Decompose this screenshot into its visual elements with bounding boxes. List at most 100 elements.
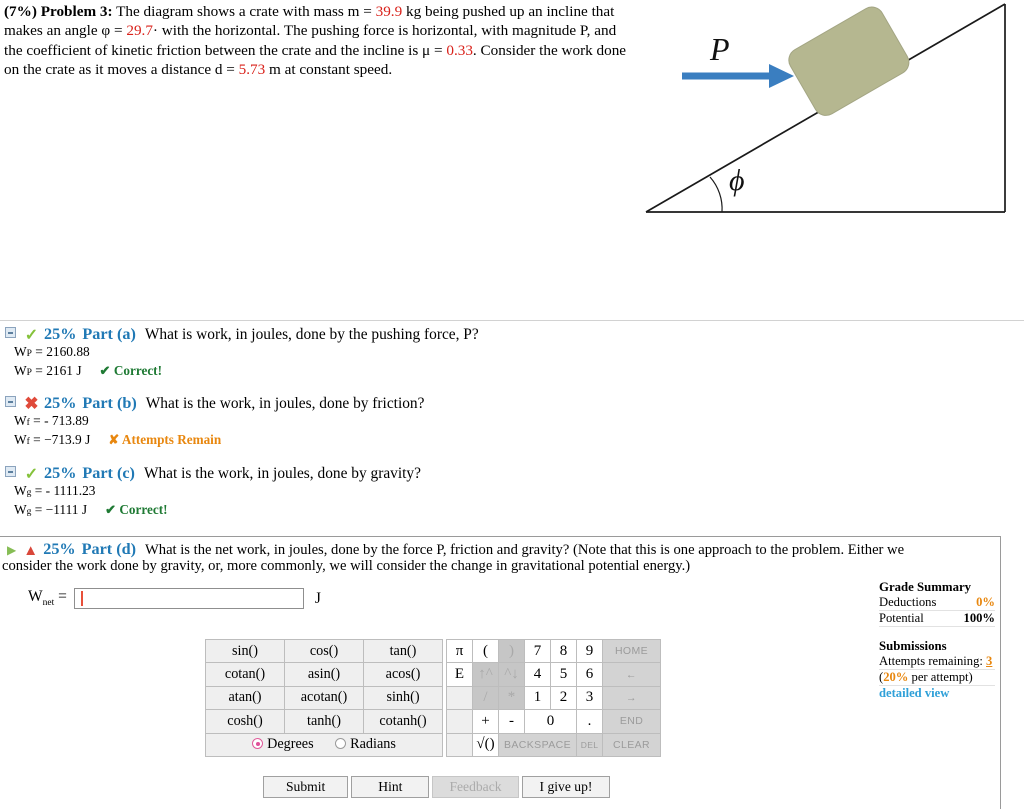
key-left-paren[interactable]: ( [472, 638, 499, 664]
key-9[interactable]: 9 [576, 638, 603, 664]
key-cotanh[interactable]: cotanh() [363, 709, 443, 734]
part-d-percent: 25% [43, 540, 76, 558]
part-c-header[interactable]: ✓ 25% Part (c) What is the work, in joul… [0, 464, 1000, 483]
key-atan[interactable]: atan() [205, 685, 285, 711]
attempts-remaining-label: Attempts remaining: [879, 654, 983, 668]
key-home[interactable]: HOME [602, 638, 661, 664]
part-b-header[interactable]: ✖ 25% Part (b) What is the work, in joul… [0, 394, 1000, 413]
detailed-view-link[interactable]: detailed view [879, 686, 949, 700]
radio-degrees[interactable]: Degrees [252, 736, 314, 752]
part-a-final-value: = 2161 J [35, 362, 82, 378]
part-c-var: W [14, 483, 27, 498]
part-d-header-row[interactable]: ▶ ▲ 25% Part (d) What is the net work, i… [0, 540, 904, 560]
key-sqrt[interactable]: √() [472, 732, 499, 757]
key-blank-1[interactable] [446, 685, 473, 711]
key-power-up-icon[interactable]: ↑^ [472, 662, 499, 687]
part-c-verdict: ✔ Correct! [105, 501, 168, 517]
part-c-label: Part (c) [82, 464, 135, 482]
part-b-question: What is the work, in joules, done by fri… [145, 395, 425, 412]
part-c-percent: 25% [44, 464, 77, 482]
key-asin[interactable]: asin() [284, 662, 364, 687]
radio-degrees-icon[interactable] [252, 738, 264, 750]
key-tanh[interactable]: tanh() [284, 709, 364, 734]
answer-row: Wnet = J [28, 588, 321, 609]
part-c-answers: Wg = - 1111.23 Wg = −1111 J ✔ Correct! [14, 483, 1000, 520]
part-a-percent: 25% [44, 325, 77, 343]
submissions-title: Submissions [879, 639, 947, 653]
answer-input[interactable] [73, 588, 304, 609]
key-acos[interactable]: acos() [363, 662, 443, 687]
key-multiply[interactable]: * [498, 685, 525, 711]
wnet-equals: = [58, 588, 67, 606]
label-angle-phi: ϕ [729, 164, 745, 197]
part-b-final-value: = −713.9 J [33, 431, 91, 447]
key-acotan[interactable]: acotan() [284, 685, 364, 711]
part-a-verdict: ✔ Correct! [99, 362, 162, 378]
wnet-var: W [28, 588, 43, 606]
key-minus[interactable]: - [498, 709, 525, 734]
key-7[interactable]: 7 [524, 638, 551, 664]
key-decimal-point[interactable]: . [576, 709, 603, 734]
key-blank-2[interactable] [446, 709, 473, 734]
keypad-row: √() BACKSPACE DEL CLEAR [446, 732, 661, 757]
give-up-button[interactable]: I give up! [521, 776, 611, 798]
key-2[interactable]: 2 [550, 685, 577, 711]
part-a-sub: P [26, 349, 32, 359]
wnet-sub: net [42, 598, 55, 609]
part-c-block: ✓ 25% Part (c) What is the work, in joul… [0, 464, 1000, 520]
key-right-paren[interactable]: ) [498, 638, 525, 664]
hint-button[interactable]: Hint [351, 776, 430, 798]
key-3[interactable]: 3 [576, 685, 603, 711]
radio-radians[interactable]: Radians [335, 736, 396, 752]
key-power-down-icon[interactable]: ^↓ [498, 662, 525, 687]
key-6[interactable]: 6 [576, 662, 603, 687]
key-e[interactable]: E [446, 662, 473, 687]
keypad-row: cotan() asin() acos() [205, 662, 443, 687]
radio-radians-icon[interactable] [335, 738, 347, 750]
key-plus[interactable]: + [472, 709, 499, 734]
key-arrow-right-icon[interactable]: → [602, 685, 661, 711]
key-clear[interactable]: CLEAR [602, 732, 661, 757]
per-attempt-text: per attempt) [911, 670, 973, 684]
incline-diagram: P ϕ [632, 0, 1012, 222]
part-a-header[interactable]: ✓ 25% Part (a) What is work, in joules, … [0, 325, 1000, 344]
calculator-keypad: sin() cos() tan() cotan() asin() acos() … [205, 638, 661, 757]
key-sinh[interactable]: sinh() [363, 685, 443, 711]
keypad-row: + - 0 . END [446, 709, 661, 734]
key-8[interactable]: 8 [550, 638, 577, 664]
key-cos[interactable]: cos() [284, 638, 364, 664]
part-b-answers: Wf = - 713.89 Wf = −713.9 J ✘ Attempts R… [14, 413, 1000, 450]
key-sin[interactable]: sin() [205, 638, 285, 664]
part-a-block: ✓ 25% Part (a) What is work, in joules, … [0, 325, 1000, 381]
part-d-header: ▶ ▲ 25% Part (d) What is the net work, i… [0, 540, 990, 560]
part-a-question: What is work, in joules, done by the pus… [144, 326, 479, 343]
key-pi[interactable]: π [446, 638, 473, 664]
submit-button[interactable]: Submit [263, 776, 349, 798]
part-c-answer-raw: Wg = - 1111.23 [14, 483, 1000, 502]
key-cosh[interactable]: cosh() [205, 709, 285, 734]
key-divide[interactable]: / [472, 685, 499, 711]
key-backspace[interactable]: BACKSPACE [498, 732, 577, 757]
wnet-label: Wnet = [28, 588, 67, 608]
key-tan[interactable]: tan() [363, 638, 443, 664]
part-b-answer-final: Wf = −713.9 J ✘ Attempts Remain [14, 432, 1000, 451]
key-0[interactable]: 0 [524, 709, 577, 734]
detailed-view-link-row[interactable]: detailed view [879, 686, 995, 701]
collapse-box-icon[interactable] [5, 327, 16, 338]
key-delete[interactable]: DEL [576, 732, 603, 757]
part-b-raw-value: = - 713.89 [33, 413, 89, 428]
key-4[interactable]: 4 [524, 662, 551, 687]
key-end[interactable]: END [602, 709, 661, 734]
force-arrow-p [682, 64, 794, 88]
key-cotan[interactable]: cotan() [205, 662, 285, 687]
part-c-var-2: W [14, 501, 27, 517]
collapse-box-icon[interactable] [5, 396, 16, 407]
key-arrow-left-icon[interactable]: ← [602, 662, 661, 687]
key-blank-3[interactable] [446, 732, 473, 757]
key-1[interactable]: 1 [524, 685, 551, 711]
problem-title: Problem 3: [40, 3, 113, 20]
collapse-box-icon[interactable] [5, 466, 16, 477]
key-5[interactable]: 5 [550, 662, 577, 687]
value-distance: 5.73 [238, 61, 266, 79]
part-b-sub-2: f [26, 436, 30, 447]
